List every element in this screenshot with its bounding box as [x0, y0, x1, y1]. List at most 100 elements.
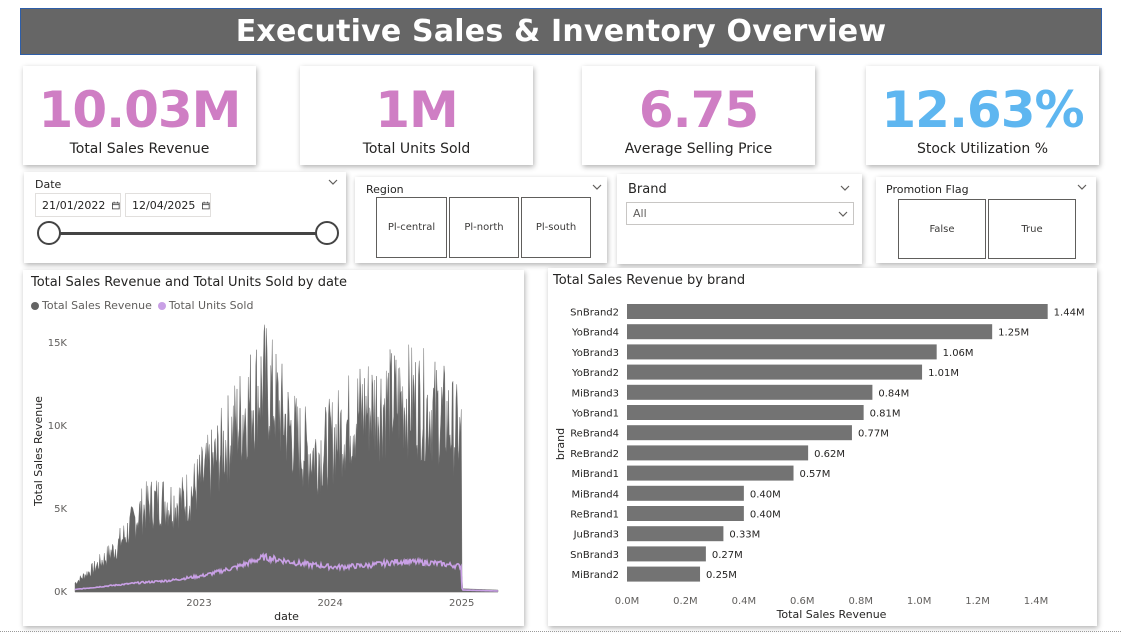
date-range-start-handle[interactable] — [37, 221, 61, 245]
kpi-card-average-selling-price: 6.75 Average Selling Price — [582, 66, 815, 165]
promotion-flag-slicer-title: Promotion Flag — [886, 183, 969, 196]
category-label: MiBrand3 — [571, 388, 619, 399]
x-tick-label: 2023 — [186, 598, 211, 609]
date-range-slider-track[interactable] — [49, 232, 327, 235]
brand-dropdown[interactable]: All — [626, 202, 854, 225]
bar — [627, 546, 706, 562]
bar — [627, 425, 852, 441]
category-label: MiBrand2 — [571, 570, 619, 581]
sales-units-by-date-chart: Total Sales Revenue and Total Units Sold… — [23, 270, 524, 626]
kpi-card-stock-utilization: 12.63% Stock Utilization % — [866, 66, 1099, 165]
bar — [627, 304, 1048, 319]
region-slicer-title: Region — [366, 183, 404, 196]
data-label: 1.44M — [1054, 308, 1085, 319]
x-tick-label: 1.0M — [907, 596, 932, 607]
bar — [627, 344, 937, 360]
data-label: 0.25M — [706, 570, 737, 581]
x-tick-label: 2024 — [317, 598, 342, 609]
kpi-label: Total Units Sold — [362, 141, 471, 157]
date-slicer-title: Date — [35, 178, 62, 191]
chevron-down-icon[interactable] — [591, 181, 603, 193]
series-area-total-sales-revenue — [74, 324, 499, 593]
brand-dropdown-value: All — [633, 207, 647, 220]
x-tick-label: 1.4M — [1024, 596, 1049, 607]
data-label: 0.27M — [712, 550, 743, 561]
region-slicer: Region Pl-central Pl-north Pl-south — [355, 177, 607, 263]
data-label: 0.62M — [814, 449, 845, 460]
chevron-down-icon[interactable] — [1076, 181, 1088, 193]
end-date-value: 12/04/2025 — [132, 198, 196, 212]
kpi-card-total-units-sold: 1M Total Units Sold — [300, 66, 533, 165]
kpi-value: 6.75 — [638, 81, 759, 139]
promotion-flag-slicer: Promotion Flag False True — [876, 177, 1096, 263]
calendar-icon[interactable] — [202, 201, 210, 210]
kpi-value: 1M — [375, 81, 459, 139]
start-date-input[interactable]: 21/01/2022 — [35, 193, 121, 217]
category-label: ReBrand4 — [570, 429, 619, 440]
chevron-down-icon[interactable] — [837, 208, 849, 220]
date-range-end-handle[interactable] — [315, 221, 339, 245]
bar — [627, 485, 744, 501]
bar — [627, 324, 993, 340]
category-label: JuBrand3 — [573, 530, 619, 541]
kpi-label: Total Sales Revenue — [69, 141, 210, 157]
category-label: SnBrand3 — [570, 550, 619, 561]
kpi-value: 12.63% — [881, 81, 1084, 139]
page-title: Executive Sales & Inventory Overview — [235, 14, 887, 49]
bar — [627, 384, 873, 400]
category-label: SnBrand2 — [570, 308, 619, 319]
region-tile-pl-south[interactable]: Pl-south — [521, 197, 591, 258]
x-tick-label: 0.2M — [673, 596, 698, 607]
category-label: ReBrand1 — [570, 510, 619, 521]
y-axis-title: Total Sales Revenue — [32, 396, 45, 507]
page-bottom-divider — [0, 631, 1121, 632]
data-label: 0.77M — [858, 429, 889, 440]
date-slicer: Date 21/01/2022 12/04/2025 — [24, 172, 346, 263]
x-tick-label: 0.8M — [848, 596, 873, 607]
x-tick-label: 1.2M — [965, 596, 990, 607]
category-label: MiBrand1 — [571, 469, 619, 480]
category-label: YoBrand1 — [571, 409, 619, 420]
sales-by-brand-chart: Total Sales Revenue by brand SnBrand2 1.4… — [548, 268, 1097, 626]
category-label: MiBrand4 — [571, 489, 619, 500]
data-label: 1.06M — [943, 348, 974, 359]
end-date-input[interactable]: 12/04/2025 — [125, 193, 211, 217]
category-label: YoBrand4 — [571, 328, 619, 339]
promotion-tile-false[interactable]: False — [898, 199, 986, 259]
start-date-value: 21/01/2022 — [42, 198, 106, 212]
bar — [627, 526, 724, 542]
promotion-tile-true[interactable]: True — [988, 199, 1076, 259]
region-tile-pl-north[interactable]: Pl-north — [449, 197, 519, 258]
x-tick-label: 2025 — [449, 598, 474, 609]
data-label: 0.84M — [878, 388, 909, 399]
y-tick-label: 5K — [54, 504, 67, 515]
category-label: YoBrand2 — [571, 368, 619, 379]
y-axis-title: brand — [554, 428, 567, 460]
bar — [627, 364, 923, 380]
brand-slicer: Brand All — [617, 174, 862, 264]
bar — [627, 445, 809, 461]
chevron-down-icon[interactable] — [839, 182, 851, 194]
brand-slicer-title: Brand — [628, 182, 667, 197]
data-label: 0.81M — [870, 409, 901, 420]
x-axis-title: date — [274, 610, 299, 623]
brand-bar-chart-plot: SnBrand2 1.44M YoBrand4 1.25M YoBrand3 1.06M Y… — [554, 304, 1085, 621]
bar — [627, 405, 864, 420]
sales-area-chart-plot: 0K 5K 10K 15K 2023 2024 2025 date Total Sales Re… — [32, 324, 499, 623]
region-tile-pl-central[interactable]: Pl-central — [376, 197, 447, 258]
y-tick-label: 0K — [54, 587, 67, 598]
x-tick-label: 0.0M — [615, 596, 640, 607]
data-label: 0.40M — [750, 510, 781, 521]
dashboard-header: Executive Sales & Inventory Overview — [20, 8, 1102, 55]
category-label: YoBrand3 — [571, 348, 619, 359]
data-label: 0.57M — [800, 469, 831, 480]
kpi-label: Stock Utilization % — [916, 141, 1049, 157]
calendar-icon[interactable] — [112, 201, 120, 210]
category-label: ReBrand2 — [570, 449, 619, 460]
data-label: 0.33M — [729, 530, 760, 541]
data-label: 0.40M — [750, 489, 781, 500]
chevron-down-icon[interactable] — [327, 176, 339, 188]
data-label: 1.25M — [998, 328, 1029, 339]
bar — [627, 566, 701, 582]
bar — [627, 465, 794, 481]
